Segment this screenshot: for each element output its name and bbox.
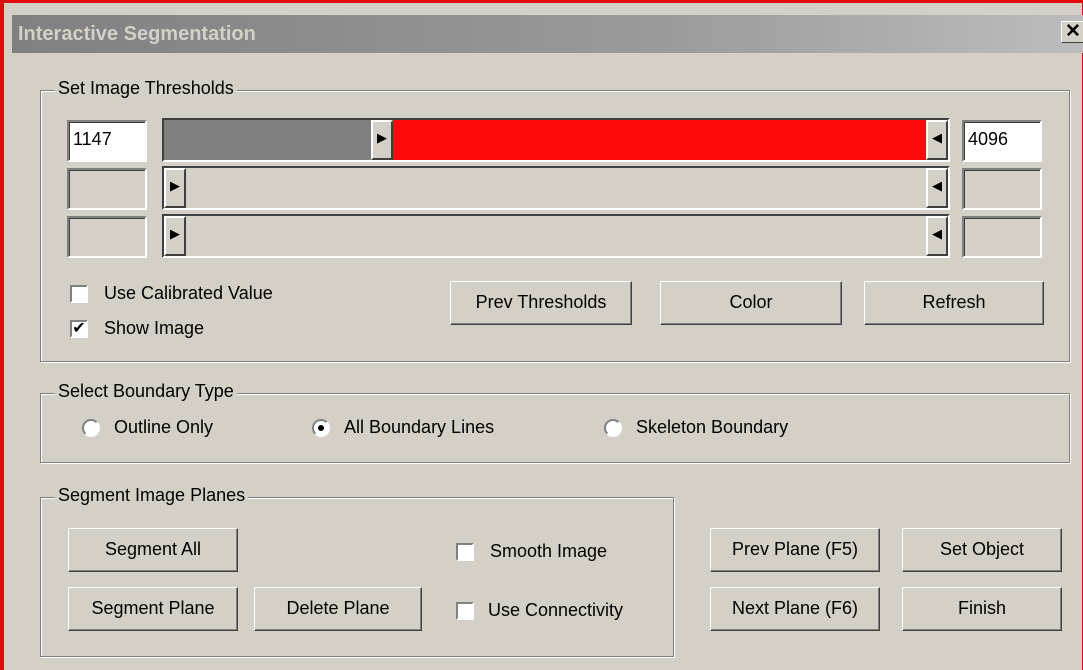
arrow-left-icon: ◀ [932,130,942,145]
outline-only-label[interactable]: Outline Only [114,417,213,438]
slider-high-handle[interactable]: ◀ [926,168,948,208]
arrow-right-icon: ▶ [377,130,387,145]
threshold-min-field-2[interactable] [67,168,147,210]
radio-dot-icon [318,425,324,431]
use-calibrated-checkbox[interactable] [70,285,88,303]
use-calibrated-label[interactable]: Use Calibrated Value [104,283,273,304]
arrow-right-icon: ▶ [170,226,180,241]
skeleton-boundary-label[interactable]: Skeleton Boundary [636,417,788,438]
boundary-group-label: Select Boundary Type [55,381,237,402]
use-connectivity-label[interactable]: Use Connectivity [488,600,623,621]
slider-high-handle[interactable]: ◀ [926,216,948,256]
prev-plane-button[interactable]: Prev Plane (F5) [710,528,880,572]
color-button[interactable]: Color [660,281,842,325]
all-boundary-lines-label[interactable]: All Boundary Lines [344,417,494,438]
arrow-left-icon: ◀ [932,226,942,241]
delete-plane-button[interactable]: Delete Plane [254,587,422,631]
slider-selected-range [393,120,926,160]
slider-low-handle[interactable]: ▶ [164,168,186,208]
threshold-max-field-1[interactable]: 4096 [962,120,1042,162]
thresholds-group-label: Set Image Thresholds [55,78,237,99]
threshold-slider-2[interactable]: ▶ ◀ [162,166,950,210]
planes-group-label: Segment Image Planes [55,485,249,506]
dialog-window: Interactive Segmentation ✕ Set Image Thr… [0,0,1083,670]
window-title: Interactive Segmentation [18,23,256,45]
threshold-slider-1[interactable]: ▶ ◀ [162,118,950,162]
finish-button[interactable]: Finish [902,587,1062,631]
slider-high-handle[interactable]: ◀ [926,120,948,160]
skeleton-boundary-radio[interactable] [604,419,622,437]
arrow-left-icon: ◀ [932,178,942,193]
smooth-image-label[interactable]: Smooth Image [490,541,607,562]
arrow-right-icon: ▶ [170,178,180,193]
close-button[interactable]: ✕ [1061,21,1083,43]
planes-group: Segment Image Planes [40,485,674,657]
prev-thresholds-button[interactable]: Prev Thresholds [450,281,632,325]
slider-low-handle[interactable]: ▶ [371,120,393,160]
threshold-min-field-3[interactable] [67,216,147,258]
threshold-max-field-3[interactable] [962,216,1042,258]
segment-all-button[interactable]: Segment All [68,528,238,572]
all-boundary-lines-radio[interactable] [312,419,330,437]
refresh-button[interactable]: Refresh [864,281,1044,325]
title-bar[interactable]: Interactive Segmentation ✕ [12,15,1083,53]
show-image-checkbox[interactable]: ✔ [70,320,88,338]
show-image-label[interactable]: Show Image [104,318,204,339]
next-plane-button[interactable]: Next Plane (F6) [710,587,880,631]
slider-lower-region [164,120,371,160]
close-icon: ✕ [1065,21,1081,42]
checkmark-icon: ✔ [72,320,86,337]
smooth-image-checkbox[interactable] [456,543,474,561]
threshold-slider-3[interactable]: ▶ ◀ [162,214,950,258]
threshold-min-field-1[interactable]: 1147 [67,120,147,162]
set-object-button[interactable]: Set Object [902,528,1062,572]
outline-only-radio[interactable] [82,419,100,437]
use-connectivity-checkbox[interactable] [456,602,474,620]
slider-low-handle[interactable]: ▶ [164,216,186,256]
threshold-max-field-2[interactable] [962,168,1042,210]
segment-plane-button[interactable]: Segment Plane [68,587,238,631]
